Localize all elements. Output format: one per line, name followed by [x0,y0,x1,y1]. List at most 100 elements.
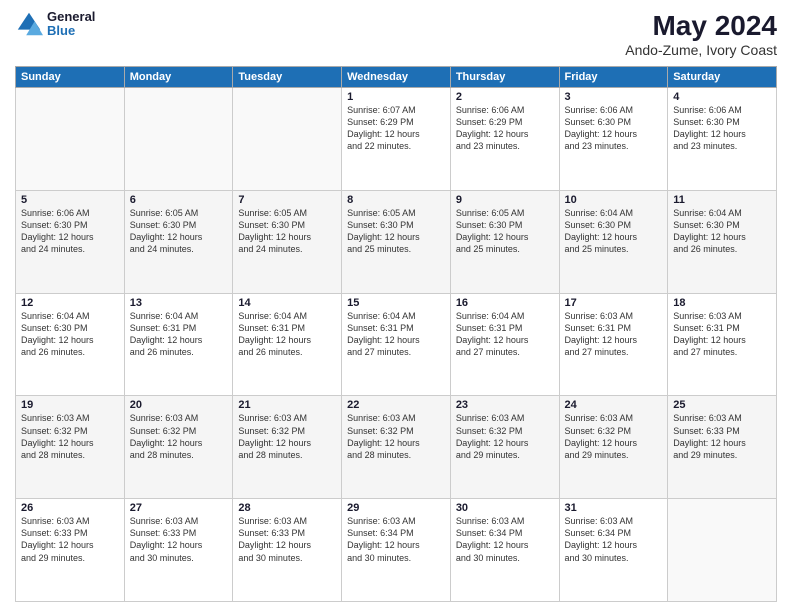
calendar-week-row: 12Sunrise: 6:04 AMSunset: 6:30 PMDayligh… [16,293,777,396]
table-row: 4Sunrise: 6:06 AMSunset: 6:30 PMDaylight… [668,88,777,191]
title-block: May 2024 Ando-Zume, Ivory Coast [625,10,777,58]
day-info: Sunrise: 6:03 AMSunset: 6:32 PMDaylight:… [565,412,663,461]
day-number: 3 [565,91,663,103]
header-thursday: Thursday [450,67,559,88]
table-row: 2Sunrise: 6:06 AMSunset: 6:29 PMDaylight… [450,88,559,191]
day-number: 28 [238,502,336,514]
table-row: 13Sunrise: 6:04 AMSunset: 6:31 PMDayligh… [124,293,233,396]
table-row: 9Sunrise: 6:05 AMSunset: 6:30 PMDaylight… [450,190,559,293]
day-number: 5 [21,194,119,206]
day-info: Sunrise: 6:03 AMSunset: 6:34 PMDaylight:… [347,515,445,564]
day-number: 9 [456,194,554,206]
table-row: 22Sunrise: 6:03 AMSunset: 6:32 PMDayligh… [342,396,451,499]
day-number: 19 [21,399,119,411]
day-number: 16 [456,297,554,309]
day-info: Sunrise: 6:04 AMSunset: 6:30 PMDaylight:… [565,207,663,256]
day-number: 4 [673,91,771,103]
day-number: 23 [456,399,554,411]
table-row: 18Sunrise: 6:03 AMSunset: 6:31 PMDayligh… [668,293,777,396]
day-info: Sunrise: 6:03 AMSunset: 6:32 PMDaylight:… [21,412,119,461]
calendar-title: May 2024 [625,10,777,42]
calendar-table: Sunday Monday Tuesday Wednesday Thursday… [15,66,777,602]
day-info: Sunrise: 6:05 AMSunset: 6:30 PMDaylight:… [456,207,554,256]
day-info: Sunrise: 6:03 AMSunset: 6:31 PMDaylight:… [673,310,771,359]
day-number: 6 [130,194,228,206]
table-row: 15Sunrise: 6:04 AMSunset: 6:31 PMDayligh… [342,293,451,396]
header-friday: Friday [559,67,668,88]
calendar-week-row: 1Sunrise: 6:07 AMSunset: 6:29 PMDaylight… [16,88,777,191]
header: General Blue May 2024 Ando-Zume, Ivory C… [15,10,777,58]
day-number: 27 [130,502,228,514]
day-info: Sunrise: 6:04 AMSunset: 6:30 PMDaylight:… [21,310,119,359]
day-number: 14 [238,297,336,309]
table-row: 30Sunrise: 6:03 AMSunset: 6:34 PMDayligh… [450,499,559,602]
day-number: 24 [565,399,663,411]
table-row: 5Sunrise: 6:06 AMSunset: 6:30 PMDaylight… [16,190,125,293]
logo-general: General [47,10,95,24]
table-row [233,88,342,191]
day-info: Sunrise: 6:06 AMSunset: 6:29 PMDaylight:… [456,104,554,153]
day-info: Sunrise: 6:07 AMSunset: 6:29 PMDaylight:… [347,104,445,153]
day-info: Sunrise: 6:05 AMSunset: 6:30 PMDaylight:… [130,207,228,256]
table-row [16,88,125,191]
day-info: Sunrise: 6:04 AMSunset: 6:31 PMDaylight:… [130,310,228,359]
table-row: 31Sunrise: 6:03 AMSunset: 6:34 PMDayligh… [559,499,668,602]
calendar-week-row: 19Sunrise: 6:03 AMSunset: 6:32 PMDayligh… [16,396,777,499]
day-number: 18 [673,297,771,309]
table-row: 11Sunrise: 6:04 AMSunset: 6:30 PMDayligh… [668,190,777,293]
day-info: Sunrise: 6:03 AMSunset: 6:33 PMDaylight:… [130,515,228,564]
table-row: 16Sunrise: 6:04 AMSunset: 6:31 PMDayligh… [450,293,559,396]
day-info: Sunrise: 6:04 AMSunset: 6:31 PMDaylight:… [456,310,554,359]
calendar-week-row: 5Sunrise: 6:06 AMSunset: 6:30 PMDaylight… [16,190,777,293]
day-info: Sunrise: 6:03 AMSunset: 6:32 PMDaylight:… [130,412,228,461]
table-row: 23Sunrise: 6:03 AMSunset: 6:32 PMDayligh… [450,396,559,499]
day-number: 13 [130,297,228,309]
header-monday: Monday [124,67,233,88]
day-info: Sunrise: 6:05 AMSunset: 6:30 PMDaylight:… [347,207,445,256]
calendar-week-row: 26Sunrise: 6:03 AMSunset: 6:33 PMDayligh… [16,499,777,602]
header-tuesday: Tuesday [233,67,342,88]
day-info: Sunrise: 6:03 AMSunset: 6:32 PMDaylight:… [347,412,445,461]
day-info: Sunrise: 6:04 AMSunset: 6:30 PMDaylight:… [673,207,771,256]
table-row: 3Sunrise: 6:06 AMSunset: 6:30 PMDaylight… [559,88,668,191]
day-number: 2 [456,91,554,103]
table-row [668,499,777,602]
day-info: Sunrise: 6:03 AMSunset: 6:33 PMDaylight:… [673,412,771,461]
logo-blue: Blue [47,24,95,38]
table-row: 10Sunrise: 6:04 AMSunset: 6:30 PMDayligh… [559,190,668,293]
table-row: 8Sunrise: 6:05 AMSunset: 6:30 PMDaylight… [342,190,451,293]
day-info: Sunrise: 6:03 AMSunset: 6:34 PMDaylight:… [565,515,663,564]
table-row: 7Sunrise: 6:05 AMSunset: 6:30 PMDaylight… [233,190,342,293]
day-number: 7 [238,194,336,206]
table-row: 6Sunrise: 6:05 AMSunset: 6:30 PMDaylight… [124,190,233,293]
logo: General Blue [15,10,95,39]
table-row: 28Sunrise: 6:03 AMSunset: 6:33 PMDayligh… [233,499,342,602]
day-number: 8 [347,194,445,206]
header-saturday: Saturday [668,67,777,88]
day-number: 31 [565,502,663,514]
day-info: Sunrise: 6:06 AMSunset: 6:30 PMDaylight:… [21,207,119,256]
day-info: Sunrise: 6:03 AMSunset: 6:33 PMDaylight:… [21,515,119,564]
day-info: Sunrise: 6:04 AMSunset: 6:31 PMDaylight:… [238,310,336,359]
table-row: 24Sunrise: 6:03 AMSunset: 6:32 PMDayligh… [559,396,668,499]
day-info: Sunrise: 6:03 AMSunset: 6:31 PMDaylight:… [565,310,663,359]
day-info: Sunrise: 6:03 AMSunset: 6:32 PMDaylight:… [238,412,336,461]
table-row: 27Sunrise: 6:03 AMSunset: 6:33 PMDayligh… [124,499,233,602]
page: General Blue May 2024 Ando-Zume, Ivory C… [0,0,792,612]
day-number: 29 [347,502,445,514]
day-info: Sunrise: 6:06 AMSunset: 6:30 PMDaylight:… [565,104,663,153]
day-number: 20 [130,399,228,411]
day-number: 15 [347,297,445,309]
table-row: 21Sunrise: 6:03 AMSunset: 6:32 PMDayligh… [233,396,342,499]
logo-icon [15,10,43,38]
day-number: 21 [238,399,336,411]
day-info: Sunrise: 6:06 AMSunset: 6:30 PMDaylight:… [673,104,771,153]
day-info: Sunrise: 6:03 AMSunset: 6:34 PMDaylight:… [456,515,554,564]
day-info: Sunrise: 6:05 AMSunset: 6:30 PMDaylight:… [238,207,336,256]
calendar-header-row: Sunday Monday Tuesday Wednesday Thursday… [16,67,777,88]
table-row: 29Sunrise: 6:03 AMSunset: 6:34 PMDayligh… [342,499,451,602]
logo-text: General Blue [47,10,95,39]
day-info: Sunrise: 6:04 AMSunset: 6:31 PMDaylight:… [347,310,445,359]
day-number: 25 [673,399,771,411]
day-number: 30 [456,502,554,514]
